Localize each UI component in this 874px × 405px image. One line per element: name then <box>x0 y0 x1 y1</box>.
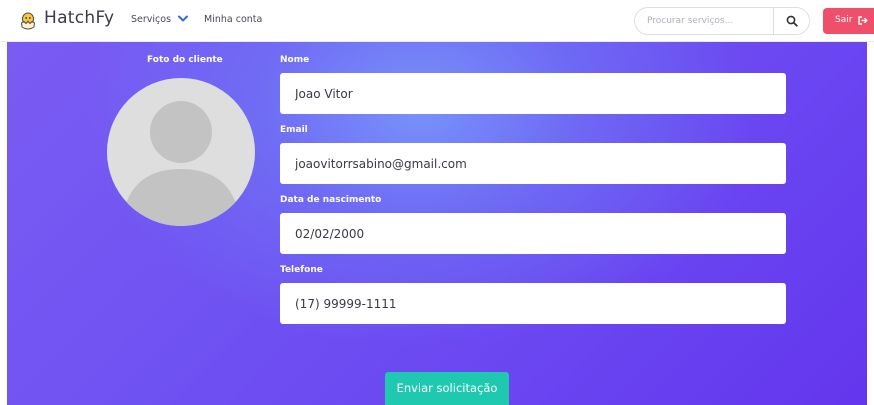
chick-egg-icon[interactable] <box>20 12 36 30</box>
birth-date-label: Data de nascimento <box>280 195 382 205</box>
search-button[interactable] <box>773 8 809 34</box>
search-group <box>634 7 810 35</box>
name-label: Nome <box>280 55 310 65</box>
search-icon <box>786 15 798 27</box>
nav-services-link[interactable]: Serviços <box>131 14 171 25</box>
phone-input[interactable] <box>280 283 786 324</box>
submit-request-button[interactable]: Enviar solicitação <box>385 372 509 405</box>
nav-account-link[interactable]: Minha conta <box>204 14 262 25</box>
logout-label: Sair <box>835 15 853 25</box>
email-input[interactable] <box>280 143 786 184</box>
top-navbar: HatchFy Serviços Minha conta Sair <box>0 0 874 42</box>
page: HatchFy Serviços Minha conta Sair Foto <box>0 0 874 405</box>
brand-name[interactable]: HatchFy <box>44 8 114 28</box>
logout-button[interactable]: Sair <box>823 8 874 34</box>
chevron-down-icon[interactable] <box>178 15 188 23</box>
birth-date-input[interactable] <box>280 213 786 254</box>
profile-form-section: Foto do cliente Nome Email Data de nasci… <box>7 42 867 405</box>
photo-label: Foto do cliente <box>147 55 223 65</box>
user-avatar-icon[interactable] <box>107 73 255 231</box>
name-input[interactable] <box>280 73 786 114</box>
sign-out-icon <box>858 16 868 25</box>
search-input[interactable] <box>635 8 773 34</box>
phone-label: Telefone <box>280 265 323 275</box>
email-label: Email <box>280 125 308 135</box>
